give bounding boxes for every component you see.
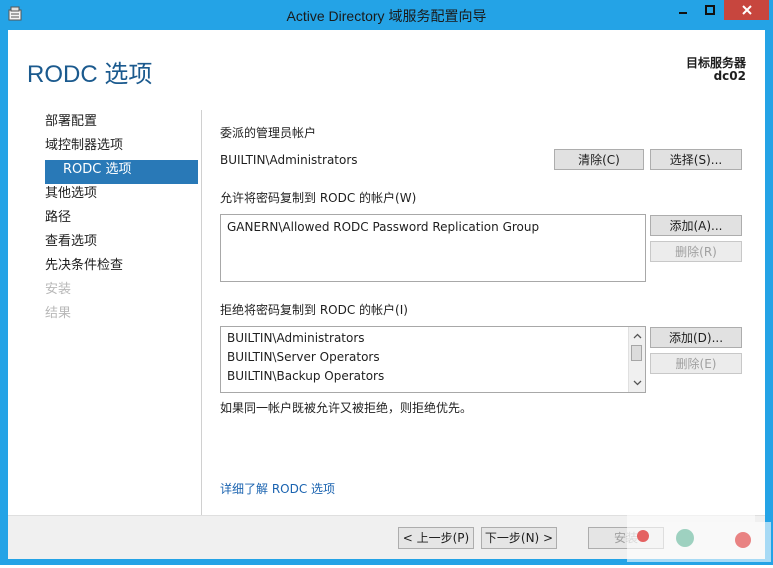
allowed-accounts-heading: 允许将密码复制到 RODC 的帐户(W) (220, 191, 417, 205)
list-item[interactable]: BUILTIN\Server Operators (221, 348, 645, 367)
delegated-admin-heading: 委派的管理员帐户 (220, 126, 317, 140)
nav-item-install: 安装 (45, 282, 72, 297)
denied-remove-button: 删除(E) (650, 353, 742, 374)
nav-item-additional-options[interactable]: 其他选项 (45, 184, 198, 208)
title-bar: Active Directory 域服务配置向导 (0, 0, 773, 30)
nav-item-rodc-options[interactable]: RODC 选项 (45, 160, 198, 184)
nav-item-deployment[interactable]: 部署配置 (45, 112, 198, 136)
window-frame-left (0, 30, 8, 565)
watermark-logo (625, 492, 773, 565)
nav-item-prereq-check[interactable]: 先决条件检查 (45, 256, 198, 280)
denied-add-button[interactable]: 添加(D)... (650, 327, 742, 348)
denied-accounts-list[interactable]: BUILTIN\Administrators BUILTIN\Server Op… (220, 326, 646, 393)
clear-button[interactable]: 清除(C) (554, 149, 644, 170)
allowed-add-button[interactable]: 添加(A)... (650, 215, 742, 236)
minimize-icon (679, 12, 687, 14)
previous-button[interactable]: < 上一步(P) (398, 527, 474, 549)
delegated-admin-value: BUILTIN\Administrators (220, 153, 358, 167)
minimize-button[interactable] (670, 0, 696, 20)
scroll-up-button[interactable] (629, 328, 645, 344)
nav-item-dc-options[interactable]: 域控制器选项 (45, 136, 198, 160)
next-button[interactable]: 下一步(N) > (481, 527, 557, 549)
page-title: RODC 选项 (27, 61, 153, 88)
scroll-thumb[interactable] (631, 345, 642, 361)
chevron-down-icon (633, 380, 641, 386)
nav-item-paths[interactable]: 路径 (45, 208, 198, 232)
denied-accounts-heading: 拒绝将密码复制到 RODC 的帐户(I) (220, 303, 408, 317)
list-item[interactable]: GANERN\Allowed RODC Password Replication… (221, 218, 645, 237)
maximize-icon (705, 5, 715, 15)
wizard-navigation: 部署配置 域控制器选项 RODC 选项 其他选项 路径 查看选项 先决条件检查 … (45, 112, 198, 328)
denied-list-scrollbar[interactable] (628, 327, 645, 392)
list-item[interactable]: BUILTIN\Administrators (221, 329, 645, 348)
window-title: Active Directory 域服务配置向导 (286, 8, 487, 24)
nav-item-review[interactable]: 查看选项 (45, 232, 198, 256)
nav-divider (201, 110, 202, 515)
list-item[interactable]: BUILTIN\Backup Operators (221, 367, 645, 386)
scroll-down-button[interactable] (629, 375, 645, 391)
target-server-name: dc02 (713, 69, 746, 83)
allowed-remove-button: 删除(R) (650, 241, 742, 262)
chevron-up-icon (633, 333, 641, 339)
nav-item-results: 结果 (45, 306, 72, 321)
precedence-note: 如果同一帐户既被允许又被拒绝，则拒绝优先。 (220, 401, 473, 415)
maximize-button[interactable] (697, 0, 723, 20)
close-icon (741, 5, 752, 15)
select-button[interactable]: 选择(S)... (650, 149, 742, 170)
close-button[interactable] (724, 0, 769, 20)
allowed-accounts-list[interactable]: GANERN\Allowed RODC Password Replication… (220, 214, 646, 282)
window-frame-right (765, 30, 773, 565)
learn-more-link[interactable]: 详细了解 RODC 选项 (220, 480, 335, 497)
